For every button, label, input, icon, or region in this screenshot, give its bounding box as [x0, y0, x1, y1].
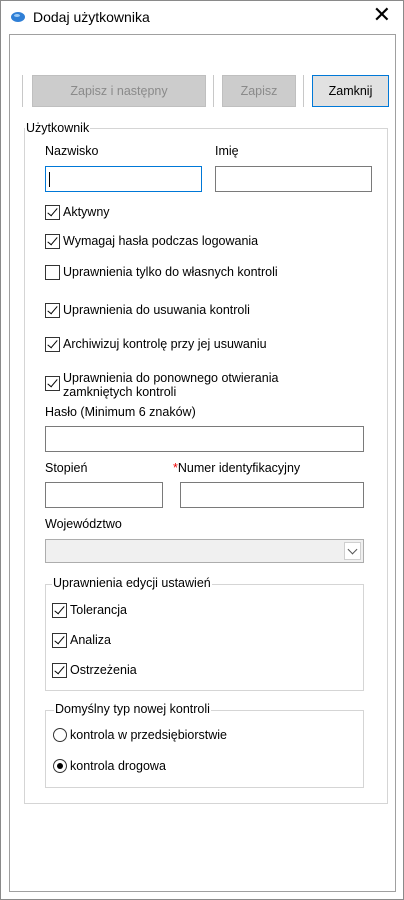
- company-control-label: kontrola w przedsiębiorstwie: [70, 728, 228, 742]
- analysis-checkbox-row[interactable]: Analiza: [52, 630, 111, 650]
- road-control-label: kontrola drogowa: [70, 759, 166, 773]
- window-title: Dodaj użytkownika: [33, 9, 150, 25]
- radio-row-road-control[interactable]: kontrola drogowa: [53, 756, 166, 776]
- delete-controls-checkbox-row[interactable]: Uprawnienia do usuwania kontroli: [45, 300, 250, 320]
- settings-permissions-legend: Uprawnienia edycji ustawień: [52, 576, 212, 590]
- id-number-input[interactable]: [180, 482, 364, 508]
- chevron-down-icon[interactable]: [344, 542, 361, 560]
- radio-row-company-control[interactable]: kontrola w przedsiębiorstwie: [53, 725, 227, 745]
- own-controls-only-checkbox[interactable]: [45, 264, 60, 280]
- require-password-checkbox-row[interactable]: Wymagaj hasła podczas logowania: [45, 231, 258, 251]
- tolerance-label: Tolerancja: [70, 603, 127, 617]
- radio-company-control[interactable]: [53, 728, 67, 742]
- rank-label: Stopień: [45, 461, 88, 475]
- own-controls-only-label: Uprawnienia tylko do własnych kontroli: [63, 265, 278, 279]
- user-group-legend: Użytkownik: [25, 121, 91, 135]
- archive-on-delete-label: Archiwizuj kontrolę przy jej usuwaniu: [63, 337, 267, 351]
- archive-on-delete-checkbox-row[interactable]: Archiwizuj kontrolę przy jej usuwaniu: [45, 334, 267, 354]
- archive-on-delete-checkbox[interactable]: [45, 336, 60, 352]
- firstname-label: Imię: [215, 144, 239, 158]
- title-bar: Dodaj użytkownika ✕: [1, 1, 403, 33]
- reopen-controls-label-line1: Uprawnienia do ponownego otwierania: [63, 371, 279, 385]
- close-icon[interactable]: ✕: [373, 4, 391, 26]
- close-button[interactable]: Zamknij: [312, 75, 389, 107]
- own-controls-only-checkbox-row[interactable]: Uprawnienia tylko do własnych kontroli: [45, 262, 278, 282]
- reopen-controls-label-line2: zamkniętych kontroli: [63, 385, 177, 399]
- delete-controls-checkbox[interactable]: [45, 302, 60, 318]
- tolerance-checkbox[interactable]: [52, 602, 67, 618]
- default-type-group: [45, 710, 364, 788]
- active-checkbox-label: Aktywny: [63, 205, 110, 219]
- dialog-body: Zapisz i następny Zapisz Zamknij Użytkow…: [9, 34, 396, 892]
- require-password-label: Wymagaj hasła podczas logowania: [63, 234, 259, 248]
- warnings-label: Ostrzeżenia: [70, 663, 137, 677]
- active-checkbox-row[interactable]: Aktywny: [45, 202, 110, 222]
- radio-road-control[interactable]: [53, 759, 67, 773]
- save-button[interactable]: Zapisz: [222, 75, 296, 107]
- firstname-input[interactable]: [215, 166, 372, 192]
- tolerance-checkbox-row[interactable]: Tolerancja: [52, 600, 127, 620]
- reopen-controls-checkbox[interactable]: [45, 376, 60, 391]
- password-input[interactable]: [45, 426, 364, 452]
- reopen-controls-checkbox-row[interactable]: Uprawnienia do ponownego otwierania zamk…: [45, 371, 278, 403]
- reopen-controls-label: Uprawnienia do ponownego otwierania zamk…: [63, 371, 278, 399]
- save-next-button[interactable]: Zapisz i następny: [32, 75, 206, 107]
- analysis-checkbox[interactable]: [52, 632, 67, 648]
- delete-controls-label: Uprawnienia do usuwania kontroli: [63, 303, 250, 317]
- toolbar-separator: [303, 75, 304, 107]
- id-number-label-text: Numer identyfikacyjny: [177, 461, 301, 475]
- warnings-checkbox-row[interactable]: Ostrzeżenia: [52, 660, 137, 680]
- warnings-checkbox[interactable]: [52, 662, 67, 678]
- toolbar-separator: [22, 75, 23, 107]
- app-icon: [11, 12, 25, 22]
- password-label: Hasło (Minimum 6 znaków): [45, 405, 196, 419]
- text-caret: [49, 172, 50, 187]
- dialog-window: Dodaj użytkownika ✕ Zapisz i następny Za…: [0, 0, 404, 900]
- voivodeship-select[interactable]: [45, 539, 364, 563]
- rank-input[interactable]: [45, 482, 163, 508]
- voivodeship-label: Województwo: [45, 517, 122, 531]
- surname-label: Nazwisko: [45, 144, 99, 158]
- surname-input[interactable]: [45, 166, 202, 192]
- analysis-label: Analiza: [70, 633, 111, 647]
- toolbar-separator: [213, 75, 214, 107]
- require-password-checkbox[interactable]: [45, 233, 60, 249]
- id-number-label: *Numer identyfikacyjny: [173, 461, 300, 475]
- active-checkbox[interactable]: [45, 204, 60, 220]
- default-type-legend: Domyślny typ nowej kontroli: [54, 702, 211, 716]
